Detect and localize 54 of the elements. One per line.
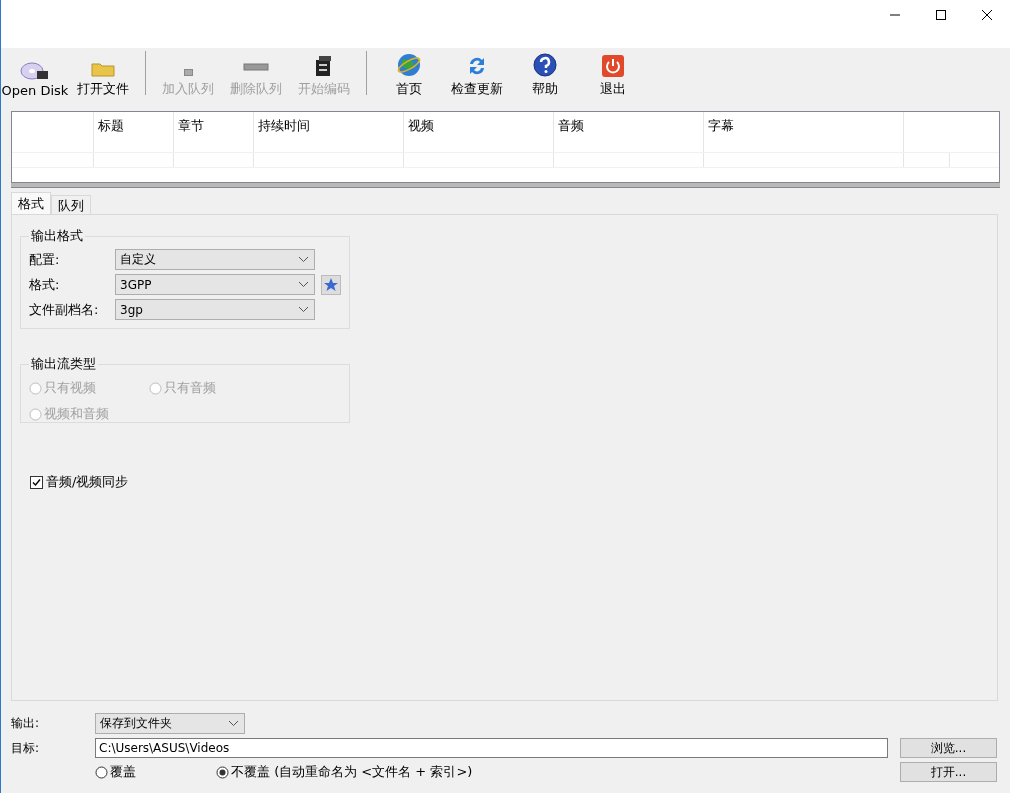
toolbar-button[interactable]: Open Disk — [1, 55, 69, 98]
globe-icon — [396, 52, 422, 78]
dropdown[interactable]: 自定义 — [115, 249, 315, 270]
group-title: 输出流类型 — [30, 355, 97, 373]
column-header[interactable]: 音频 — [554, 112, 704, 152]
radio-label: 不覆盖 (自动重命名为 <文件名 + 索引>) — [231, 763, 473, 781]
field-label: 文件副档名: — [29, 300, 100, 319]
field-label: 目标: — [11, 739, 41, 757]
radio-button[interactable] — [216, 765, 229, 779]
chevron-down-icon — [299, 307, 308, 312]
dropdown-value: 3GPP — [120, 277, 152, 292]
column-header[interactable]: 视频 — [404, 112, 554, 152]
chevron-down-icon — [299, 282, 308, 287]
toolbar-button[interactable]: 检查更新 — [443, 52, 511, 98]
radio-label: 只有音频 — [164, 379, 216, 397]
field-label: 输出: — [11, 715, 41, 732]
path-field[interactable]: C:\Users\ASUS\Videos — [95, 738, 888, 758]
checkbox[interactable] — [30, 475, 43, 489]
square-icon — [183, 69, 193, 76]
column-header[interactable]: 标题 — [94, 112, 174, 152]
toolbar-button[interactable]: 打开文件 — [69, 52, 137, 98]
radio-button[interactable] — [95, 765, 108, 779]
radio-label: 只有视频 — [44, 379, 96, 397]
dropdown[interactable]: 3gp — [115, 299, 315, 320]
group-title: 输出格式 — [30, 227, 84, 245]
chevron-down-icon — [229, 721, 238, 726]
dropdown-value: 3gp — [120, 302, 143, 317]
column-header[interactable]: 章节 — [174, 112, 254, 152]
chevron-down-icon — [299, 257, 308, 262]
column-header[interactable]: 持续时间 — [254, 112, 404, 152]
dropdown-value: 自定义 — [120, 251, 156, 268]
tab[interactable]: 格式 — [11, 192, 51, 214]
dropdown[interactable]: 3GPP — [115, 274, 315, 295]
favorite-button[interactable] — [321, 274, 341, 295]
field-label: 格式: — [29, 275, 61, 294]
radio-label: 视频和音频 — [44, 405, 109, 423]
dropdown[interactable]: 保存到文件夹 — [95, 713, 245, 734]
field-label: 配置: — [29, 250, 61, 269]
open-button[interactable]: 打开... — [900, 762, 997, 782]
dropdown-value: 保存到文件夹 — [100, 715, 172, 732]
tab[interactable]: 队列 — [51, 195, 91, 214]
disc-icon — [20, 59, 50, 81]
minimize-icon — [890, 14, 900, 16]
checkbox-label: 音频/视频同步 — [46, 473, 129, 491]
browse-button[interactable]: 浏览... — [900, 738, 997, 758]
maximize-icon — [936, 10, 946, 20]
power-icon — [601, 54, 625, 78]
toolbar-button[interactable]: 退出 — [579, 52, 647, 98]
toolbar-button[interactable]: 首页 — [375, 52, 443, 98]
column-header[interactable]: 字幕 — [704, 112, 904, 152]
close-icon — [982, 10, 992, 20]
help-icon — [532, 52, 558, 78]
toolbar-button[interactable]: 帮助 — [511, 52, 579, 98]
radio-label: 覆盖 — [110, 763, 136, 781]
